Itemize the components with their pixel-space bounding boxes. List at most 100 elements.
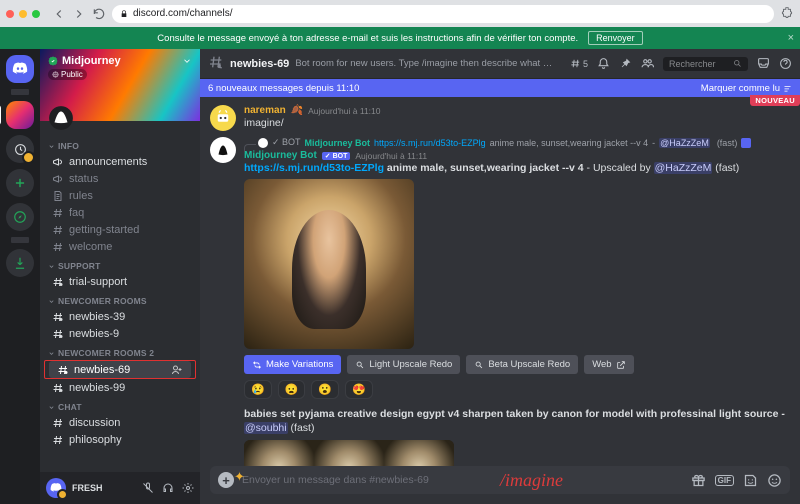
message-timestamp: Aujourd'hui à 11:11 [355, 151, 427, 161]
download-apps-button[interactable] [6, 249, 34, 277]
avatar[interactable] [210, 137, 236, 163]
add-server-button[interactable] [6, 169, 34, 197]
message-text: babies set pyjama creative design egypt … [244, 407, 790, 435]
action-buttons: Make Variations Light Upscale Redo Beta … [244, 355, 790, 374]
url-text: discord.com/channels/ [133, 8, 233, 19]
url-bar[interactable]: discord.com/channels/ [112, 5, 774, 23]
traffic-lights [6, 10, 40, 18]
reload-button[interactable] [92, 7, 106, 21]
settings-gear-icon[interactable] [182, 482, 194, 494]
deafen-icon[interactable] [162, 482, 174, 494]
close-window[interactable] [6, 10, 14, 18]
channel-discussion[interactable]: discussion [44, 414, 196, 431]
thread-icon [208, 54, 224, 73]
resend-button[interactable]: Renvoyer [588, 31, 643, 45]
category-header[interactable]: CHAT [40, 396, 200, 414]
user-mention[interactable]: @soubhi [244, 422, 288, 434]
extensions-icon[interactable] [780, 7, 794, 21]
server-midjourney[interactable] [6, 101, 34, 129]
new-messages-bar[interactable]: 6 nouveaux messages depuis 11:10 Marquer… [200, 79, 800, 97]
public-badge: Public [48, 69, 87, 80]
notifications-icon[interactable] [597, 57, 610, 70]
chevron-down-icon [182, 56, 192, 66]
composer-area: + ✦ Envoyer un message dans #newbies-69 … [200, 466, 800, 504]
back-button[interactable] [52, 7, 66, 21]
sticker-icon[interactable] [743, 473, 758, 488]
generated-image[interactable] [244, 440, 454, 466]
message-author[interactable]: nareman [244, 105, 286, 116]
attach-button[interactable]: + [218, 472, 234, 488]
channel-header: newbies-69 Bot room for new users. Type … [200, 49, 800, 79]
reaction[interactable]: 😦 [278, 380, 306, 399]
category-header[interactable]: SUPPORT [40, 255, 200, 273]
channel-philosophy[interactable]: philosophy [44, 431, 196, 448]
server-pending[interactable] [6, 135, 34, 163]
message-composer[interactable]: + ✦ Envoyer un message dans #newbies-69 … [210, 466, 790, 494]
dm-home-button[interactable] [6, 55, 34, 83]
reaction[interactable]: 😮 [311, 380, 339, 399]
channel-rules[interactable]: rules [44, 187, 196, 204]
channel-welcome[interactable]: welcome [44, 238, 196, 255]
banner-text: Consulte le message envoyé à ton adresse… [157, 33, 578, 44]
channel-getting-started[interactable]: getting-started [44, 221, 196, 238]
category-header[interactable]: INFO [40, 135, 200, 153]
emoji-icon[interactable] [767, 473, 782, 488]
verified-icon [48, 56, 58, 66]
caret-indicator: ✦ [234, 469, 245, 485]
minimize-window[interactable] [19, 10, 27, 18]
highlighted-channel: newbies-69 [44, 360, 196, 379]
user-avatar[interactable] [46, 478, 66, 498]
mark-read-button[interactable]: Marquer comme lu [701, 83, 792, 94]
search-placeholder: Rechercher [669, 59, 716, 69]
maximize-window[interactable] [32, 10, 40, 18]
help-icon[interactable] [779, 57, 792, 70]
gift-icon[interactable] [691, 473, 706, 488]
forward-button[interactable] [72, 7, 86, 21]
pins-icon[interactable] [619, 57, 632, 70]
main-area: newbies-69 Bot room for new users. Type … [200, 49, 800, 504]
channel-status[interactable]: status [44, 170, 196, 187]
new-messages-text: 6 nouveaux messages depuis 11:10 [208, 83, 359, 94]
guild-header[interactable]: Midjourney Public [40, 49, 200, 121]
banner-close-icon[interactable]: × [788, 32, 794, 44]
explore-servers-button[interactable] [6, 203, 34, 231]
guild-avatar-icon [48, 105, 74, 131]
message: nareman 🍂 Aujourd'hui à 11:10 imagine/ [210, 105, 790, 131]
channel-newbies-99[interactable]: newbies-99 [44, 379, 196, 396]
reaction[interactable]: 😢 [244, 380, 272, 399]
server-rail [0, 49, 40, 504]
message-timestamp: Aujourd'hui à 11:10 [308, 106, 380, 116]
reply-bar[interactable]: ✓ BOT Midjourney Bot https://s.mj.run/d5… [244, 137, 790, 148]
mute-mic-icon[interactable] [142, 482, 154, 494]
category-header[interactable]: NEWCOMER ROOMS 2 [40, 342, 200, 360]
category-header[interactable]: NEWCOMER ROOMS [40, 290, 200, 308]
generated-image[interactable] [244, 179, 414, 349]
message: ✓ BOT Midjourney Bot https://s.mj.run/d5… [210, 137, 790, 466]
gif-button[interactable]: GIF [715, 475, 734, 486]
beta-upscale-button[interactable]: Beta Upscale Redo [466, 355, 578, 374]
channel-newbies-39[interactable]: newbies-39 [44, 308, 196, 325]
user-mention[interactable]: @HaZzZeM [654, 162, 713, 174]
avatar[interactable] [210, 105, 236, 131]
search-input[interactable]: Rechercher [663, 57, 748, 71]
user-name: FRESH [72, 483, 103, 493]
channel-sidebar: Midjourney Public INFOannouncementsstatu… [40, 49, 200, 504]
web-button[interactable]: Web [584, 355, 633, 374]
channel-newbies-9[interactable]: newbies-9 [44, 325, 196, 342]
members-icon[interactable] [641, 57, 654, 70]
channel-name: newbies-69 [230, 58, 289, 70]
channel-faq[interactable]: faq [44, 204, 196, 221]
rail-separator [11, 237, 29, 243]
search-icon [733, 59, 742, 68]
lock-icon [120, 10, 128, 18]
channel-newbies-69[interactable]: newbies-69 [49, 361, 191, 378]
inbox-icon[interactable] [757, 57, 770, 70]
make-variations-button[interactable]: Make Variations [244, 355, 341, 374]
channel-announcements[interactable]: announcements [44, 153, 196, 170]
channel-trial-support[interactable]: trial-support [44, 273, 196, 290]
light-upscale-button[interactable]: Light Upscale Redo [347, 355, 460, 374]
guild-name: Midjourney [62, 55, 121, 67]
reaction[interactable]: 😍 [345, 380, 373, 399]
discord-app: Midjourney Public INFOannouncementsstatu… [0, 49, 800, 504]
threads-count[interactable]: 5 [570, 58, 588, 69]
